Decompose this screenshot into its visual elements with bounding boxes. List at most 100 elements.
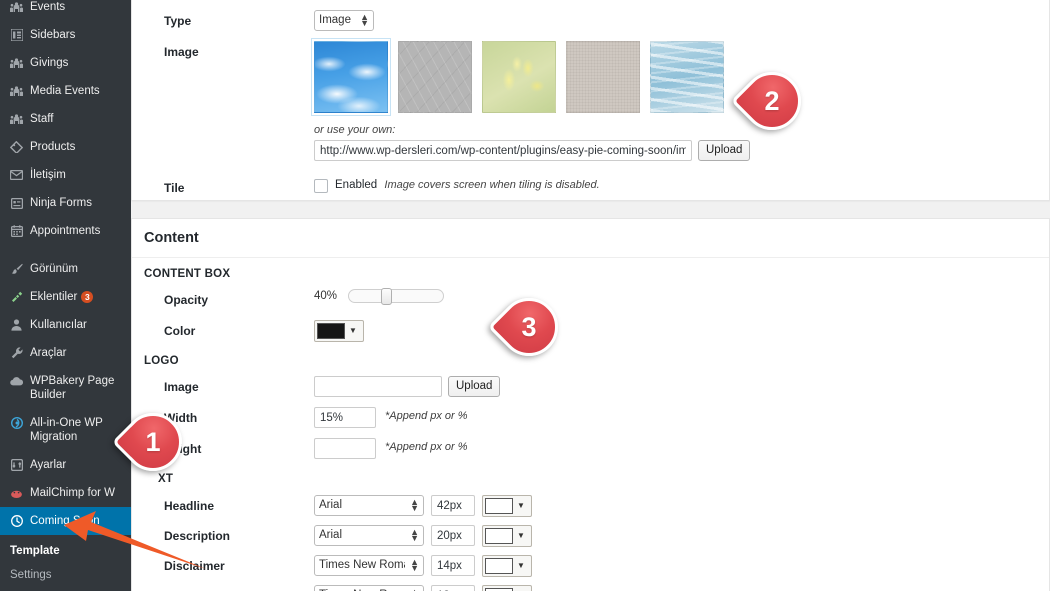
logo-width-input[interactable] — [314, 407, 376, 428]
thumbnail-yellow-flowers[interactable] — [482, 41, 556, 113]
tile-hint: Image covers screen when tiling is disab… — [384, 179, 600, 191]
logo-image-input[interactable] — [314, 376, 442, 397]
sidebar-item-label: MailChimp for W — [30, 487, 115, 499]
type-row: Type Image ▲ ▼ — [132, 10, 1049, 32]
sidebar-item-events[interactable]: Events — [0, 0, 131, 21]
description-size-input[interactable] — [431, 525, 475, 546]
sidebar-item-gorunum[interactable]: Görünüm — [0, 255, 131, 283]
plug-icon — [8, 290, 25, 304]
content-box-color-picker[interactable]: ▼ — [314, 320, 364, 342]
sidebar-item-kullanicilar[interactable]: Kullanıcılar — [0, 311, 131, 339]
sidebar-item-ayarlar[interactable]: Ayarlar — [0, 451, 131, 479]
sidebar-item-label: Araçlar — [30, 347, 67, 359]
form-icon — [8, 196, 25, 210]
sidebar-item-givings[interactable]: Givings — [0, 49, 131, 77]
sidebar-item-ninja-forms[interactable]: Ninja Forms — [0, 189, 131, 217]
headline-font-select[interactable]: Arial — [314, 495, 424, 516]
image-thumbnail-list — [314, 41, 724, 113]
logo-height-input[interactable] — [314, 438, 376, 459]
chevron-down-icon: ▼ — [517, 501, 525, 510]
tile-checkbox-label: Enabled — [335, 179, 378, 191]
user-icon — [8, 318, 25, 332]
sidebar-item-label: Products — [30, 141, 76, 153]
sidebar-item-label: Givings — [30, 57, 69, 69]
color-row: Color ▼ — [132, 320, 1049, 342]
sidebar-item-eklentiler[interactable]: Eklentiler 3 — [0, 283, 131, 311]
submenu-item-template[interactable]: Template — [0, 539, 131, 563]
group-icon — [8, 56, 25, 70]
sidebar-item-wpbakery[interactable]: WPBakery Page Builder — [0, 367, 131, 409]
sidebar-item-label: Ayarlar — [30, 459, 67, 471]
opacity-slider-wrap: 40% — [314, 288, 444, 305]
type-label: Type — [164, 14, 192, 28]
sidebar-item-label: Eklentiler — [30, 291, 78, 303]
color-swatch — [485, 528, 513, 544]
type-select[interactable]: Image — [314, 10, 374, 31]
group-icon — [8, 112, 25, 126]
sidebar-item-label: Coming Soon — [30, 515, 100, 527]
disclaimer-size-input[interactable] — [431, 555, 475, 576]
sidebar-item-label: Görünüm — [30, 263, 78, 275]
thumbnail-sky-clouds[interactable] — [314, 41, 388, 113]
main-content: Type Image ▲ ▼ Image or use your own: ht… — [131, 0, 1050, 591]
color-label: Color — [164, 324, 196, 338]
opacity-value: 40% — [314, 290, 338, 302]
description-color-picker[interactable]: ▼ — [482, 525, 532, 547]
thumbnail-beige-linen[interactable] — [566, 41, 640, 113]
sidebar-item-products[interactable]: Products — [0, 133, 131, 161]
submenu-item-settings[interactable]: Settings — [0, 563, 131, 587]
sidebar-item-sidebars[interactable]: Sidebars — [0, 21, 131, 49]
thumbnail-ocean-waves[interactable] — [650, 41, 724, 113]
opacity-slider-handle[interactable] — [380, 288, 392, 305]
footer-color-picker[interactable]: ▼ — [482, 585, 532, 591]
mailchimp-icon — [8, 486, 25, 500]
disclaimer-font-select[interactable]: Times New Roman — [314, 555, 424, 576]
sidebar-item-araclar[interactable]: Araçlar — [0, 339, 131, 367]
custom-image-url-input[interactable] — [314, 140, 692, 161]
cloud-icon — [8, 374, 25, 388]
tile-label: Tile — [164, 181, 185, 195]
logo-height-label: Height — [164, 442, 202, 456]
description-label: Description — [164, 529, 231, 543]
plugin-update-count: 3 — [81, 290, 94, 303]
group-icon — [8, 84, 25, 98]
color-swatch — [317, 323, 345, 339]
image-label: Image — [164, 45, 199, 59]
thumbnail-gray-concrete[interactable] — [398, 41, 472, 113]
sidebar-item-coming-soon[interactable]: Coming Soon — [0, 507, 131, 535]
sidebar-item-label: Ninja Forms — [30, 197, 92, 209]
sidebar-item-label: İletişim — [30, 169, 66, 181]
disclaimer-row: Disclaimer Times New Roman ▲▼ ▼ — [132, 555, 1049, 577]
content-panel: Content CONTENT BOX Opacity 40% Color ▼ … — [131, 218, 1050, 591]
submenu-item-subscribers[interactable]: Subscribers — [0, 587, 131, 591]
headline-size-input[interactable] — [431, 495, 475, 516]
text-heading: XT — [158, 473, 174, 485]
sidebar-item-iletisim[interactable]: İletişim — [0, 161, 131, 189]
sidebar-item-appointments[interactable]: Appointments — [0, 217, 131, 245]
disclaimer-color-picker[interactable]: ▼ — [482, 555, 532, 577]
logo-height-note: *Append px or % — [385, 441, 468, 453]
calendar-icon — [8, 224, 25, 238]
headline-row: Headline Arial ▲▼ ▼ — [132, 495, 1049, 517]
footer-font-select[interactable]: Times New Roman — [314, 585, 424, 591]
sidebar-item-staff[interactable]: Staff — [0, 105, 131, 133]
migration-icon — [8, 416, 25, 430]
image-upload-button[interactable]: Upload — [698, 140, 751, 161]
sidebar-item-all-in-one-wp-migration[interactable]: All-in-One WP Migration — [0, 409, 131, 451]
chevron-down-icon: ▼ — [349, 326, 357, 335]
pin-number: 2 — [764, 85, 780, 116]
description-font-select[interactable]: Arial — [314, 525, 424, 546]
disclaimer-font-wrap: Times New Roman ▲ ▼ — [314, 555, 424, 576]
use-your-own-label: or use your own: — [314, 124, 396, 136]
opacity-slider[interactable] — [348, 288, 444, 305]
footer-size-input[interactable] — [431, 585, 475, 591]
wrench-icon — [8, 346, 25, 360]
disclaimer-label: Disclaimer — [164, 559, 225, 573]
headline-color-picker[interactable]: ▼ — [482, 495, 532, 517]
sidebar-item-media-events[interactable]: Media Events — [0, 77, 131, 105]
tile-checkbox[interactable] — [314, 179, 328, 193]
annotation-pin-1: 1 — [111, 400, 195, 484]
sidebar-item-mailchimp[interactable]: MailChimp for W — [0, 479, 131, 507]
clock-icon — [8, 514, 25, 528]
logo-upload-button[interactable]: Upload — [448, 376, 501, 397]
